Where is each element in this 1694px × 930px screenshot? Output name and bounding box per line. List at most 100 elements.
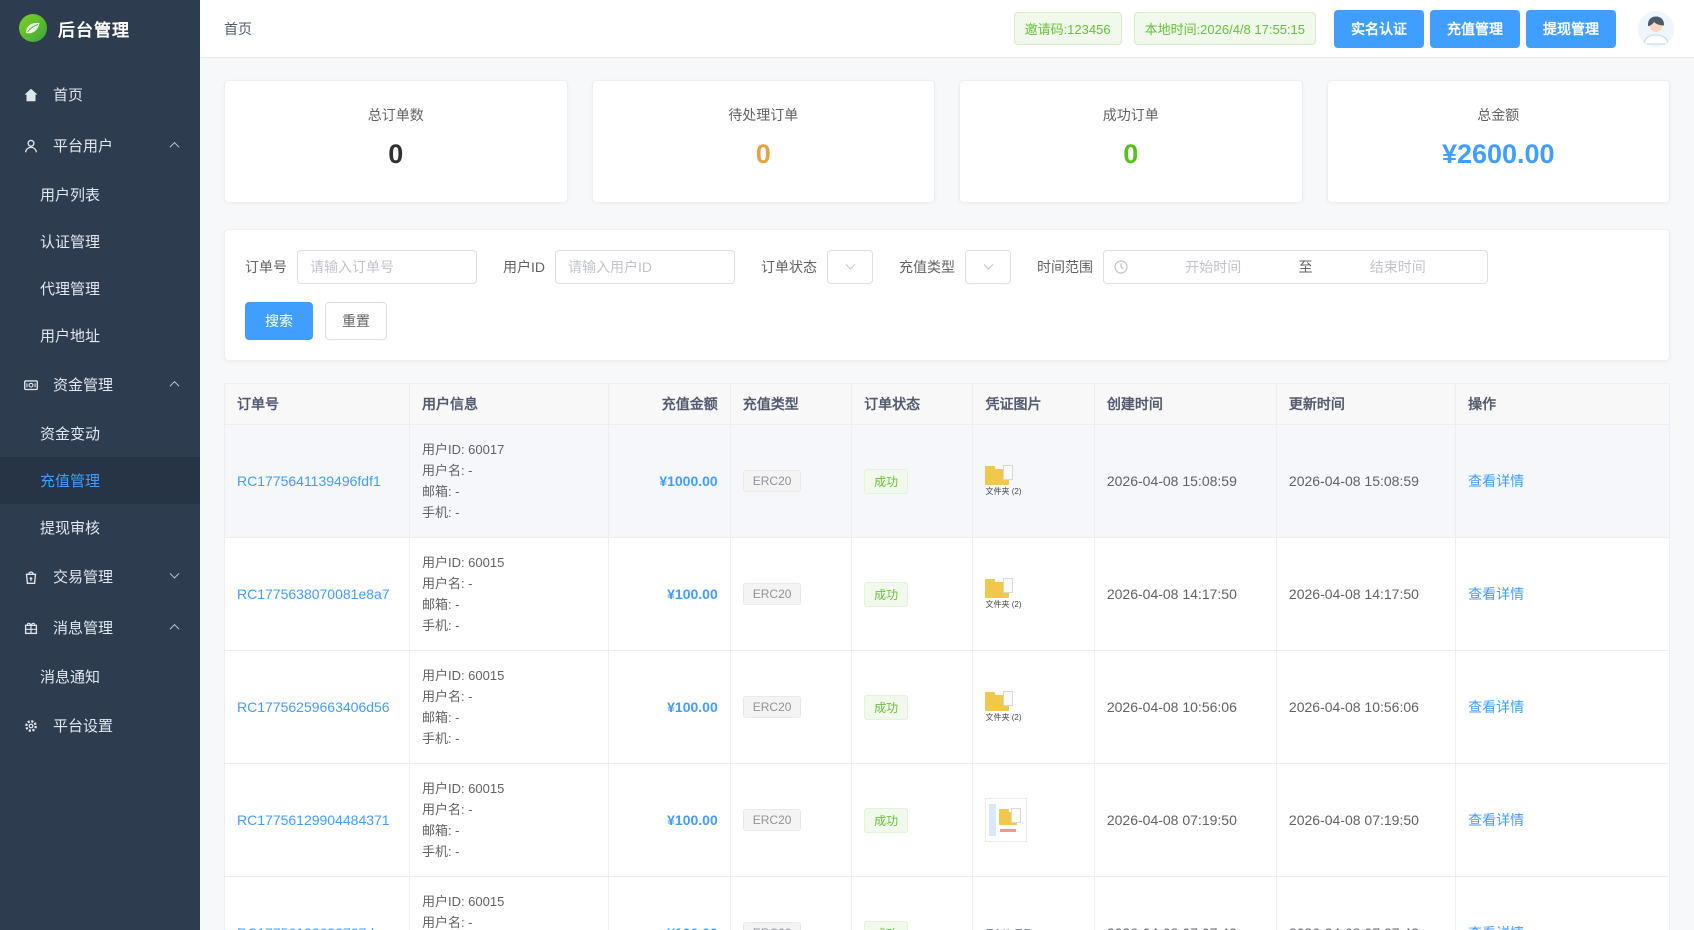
user-info-line: 手机: - (422, 841, 596, 862)
column-header-凭证图片: 凭证图片 (973, 384, 1094, 425)
action-cell: 查看详情 (1456, 651, 1670, 764)
sidebar-item-首页[interactable]: 首页 (0, 69, 200, 120)
sidebar-subitem-用户地址[interactable]: 用户地址 (0, 312, 200, 359)
status-badge: 成功 (864, 469, 908, 494)
column-header-用户信息: 用户信息 (409, 384, 608, 425)
orders-table: 订单号用户信息充值金额充值类型订单状态凭证图片创建时间更新时间操作 RC1775… (224, 383, 1670, 930)
voucher-thumbnail[interactable]: 文件夹 (2) (985, 578, 1021, 610)
updated-time-cell: 2026-04-08 07:07:43 (1276, 877, 1455, 930)
voucher-thumbnail[interactable] (985, 798, 1027, 842)
user-info-line: 用户名: - (422, 912, 596, 930)
status-cell: 成功 (852, 764, 973, 877)
status-cell: 成功 (852, 538, 973, 651)
stat-value: ¥2600.00 (1328, 139, 1670, 170)
order-status-label: 订单状态 (761, 257, 817, 277)
recharge-type-select[interactable] (965, 250, 1011, 284)
voucher-thumbnail[interactable]: 文件夹 (2) (985, 691, 1021, 723)
recharge-type-tag: ERC20 (743, 470, 802, 492)
sidebar-subitem-充值管理[interactable]: 充值管理 (0, 457, 200, 504)
gear-icon (22, 717, 40, 735)
view-detail-link[interactable]: 查看详情 (1468, 699, 1524, 715)
order-no-input[interactable] (297, 250, 477, 284)
view-detail-link[interactable]: 查看详情 (1468, 812, 1524, 828)
reset-button[interactable]: 重置 (325, 302, 387, 340)
order-link[interactable]: RC17756259663406d56 (237, 699, 390, 715)
user-info-cell: 用户ID: 60015用户名: -邮箱: -手机: - (409, 538, 608, 651)
document-icon (1003, 691, 1013, 706)
filter-panel: 订单号 用户ID 订单状态 充值类型 (224, 229, 1670, 361)
user-info-line: 邮箱: - (422, 707, 596, 728)
view-detail-link[interactable]: 查看详情 (1468, 925, 1524, 930)
chevron-up-icon (170, 624, 180, 634)
order-no-cell: RC1775641139496fdf1 (225, 425, 410, 538)
stat-label: 总订单数 (225, 105, 567, 125)
order-status-select[interactable] (827, 250, 873, 284)
user-avatar[interactable] (1638, 11, 1674, 47)
time-range-label: 时间范围 (1037, 257, 1093, 277)
amount-value: ¥100.00 (667, 925, 718, 930)
search-button[interactable]: 搜索 (245, 302, 313, 340)
header-button-实名认证[interactable]: 实名认证 (1334, 10, 1424, 48)
header-button-提现管理[interactable]: 提现管理 (1526, 10, 1616, 48)
column-header-创建时间: 创建时间 (1094, 384, 1276, 425)
amount-value: ¥100.00 (667, 812, 718, 828)
sidebar-item-消息管理[interactable]: 消息管理 (0, 602, 200, 653)
thumbnail-page (999, 808, 1017, 832)
thumbnail-caption: 文件夹 (2) (985, 487, 1021, 497)
order-no-cell: RC1775638070081e8a7 (225, 538, 410, 651)
status-cell: 成功 (852, 425, 973, 538)
amount-cell: ¥100.00 (609, 764, 730, 877)
sidebar-item-资金管理[interactable]: 资金管理 (0, 359, 200, 410)
sidebar-subitem-用户列表[interactable]: 用户列表 (0, 171, 200, 218)
stat-label: 总金额 (1328, 105, 1670, 125)
sidebar-item-交易管理[interactable]: 交易管理 (0, 551, 200, 602)
view-detail-link[interactable]: 查看详情 (1468, 586, 1524, 602)
user-info-line: 用户ID: 60015 (422, 891, 596, 912)
type-cell: ERC20 (730, 425, 851, 538)
sidebar-item-label: 首页 (53, 84, 83, 105)
amount-value: ¥100.00 (667, 586, 718, 602)
header-button-充值管理[interactable]: 充值管理 (1430, 10, 1520, 48)
order-link[interactable]: RC17756122632727daa (237, 925, 390, 930)
user-info-line: 用户名: - (422, 686, 596, 707)
updated-time-cell: 2026-04-08 14:17:50 (1276, 538, 1455, 651)
user-info-line: 用户名: - (422, 573, 596, 594)
stat-label: 待处理订单 (593, 105, 935, 125)
order-link[interactable]: RC17756129904484371 (237, 812, 390, 828)
document-icon (1003, 578, 1013, 593)
sidebar-item-平台设置[interactable]: 平台设置 (0, 700, 200, 751)
status-badge: 成功 (864, 695, 908, 720)
order-link[interactable]: RC1775641139496fdf1 (237, 473, 381, 489)
sidebar-subitem-消息通知[interactable]: 消息通知 (0, 653, 200, 700)
updated-time-cell: 2026-04-08 07:19:50 (1276, 764, 1455, 877)
voucher-failed-text: FAILED (985, 926, 1033, 930)
updated-time-cell: 2026-04-08 15:08:59 (1276, 425, 1455, 538)
user-id-input[interactable] (555, 250, 735, 284)
stats-row: 总订单数0待处理订单0成功订单0总金额¥2600.00 (224, 80, 1670, 203)
sidebar-subitem-认证管理[interactable]: 认证管理 (0, 218, 200, 265)
sidebar-subitem-资金变动[interactable]: 资金变动 (0, 410, 200, 457)
column-header-订单状态: 订单状态 (852, 384, 973, 425)
recharge-type-label: 充值类型 (899, 257, 955, 277)
created-time-cell: 2026-04-08 15:08:59 (1094, 425, 1276, 538)
sidebar-item-平台用户[interactable]: 平台用户 (0, 120, 200, 171)
order-link[interactable]: RC1775638070081e8a7 (237, 586, 390, 602)
status-badge: 成功 (864, 808, 908, 833)
user-info-cell: 用户ID: 60015用户名: -邮箱: -手机: - (409, 877, 608, 930)
amount-cell: ¥100.00 (609, 538, 730, 651)
view-detail-link[interactable]: 查看详情 (1468, 473, 1524, 489)
stat-card-总金额: 总金额 ¥2600.00 (1327, 80, 1671, 203)
stat-card-待处理订单: 待处理订单0 (592, 80, 936, 203)
amount-value: ¥100.00 (667, 699, 718, 715)
column-header-操作: 操作 (1456, 384, 1670, 425)
home-icon (22, 86, 40, 104)
sidebar-subitem-代理管理[interactable]: 代理管理 (0, 265, 200, 312)
user-info-line: 用户ID: 60015 (422, 552, 596, 573)
user-info-line: 用户ID: 60015 (422, 665, 596, 686)
time-range-input[interactable]: 开始时间 至 结束时间 (1103, 250, 1488, 284)
voucher-cell: 文件夹 (2) (973, 651, 1094, 764)
updated-time-cell: 2026-04-08 10:56:06 (1276, 651, 1455, 764)
voucher-thumbnail[interactable]: 文件夹 (2) (985, 465, 1021, 497)
sidebar-item-label: 平台用户 (53, 135, 113, 156)
sidebar-subitem-提现审核[interactable]: 提现审核 (0, 504, 200, 551)
